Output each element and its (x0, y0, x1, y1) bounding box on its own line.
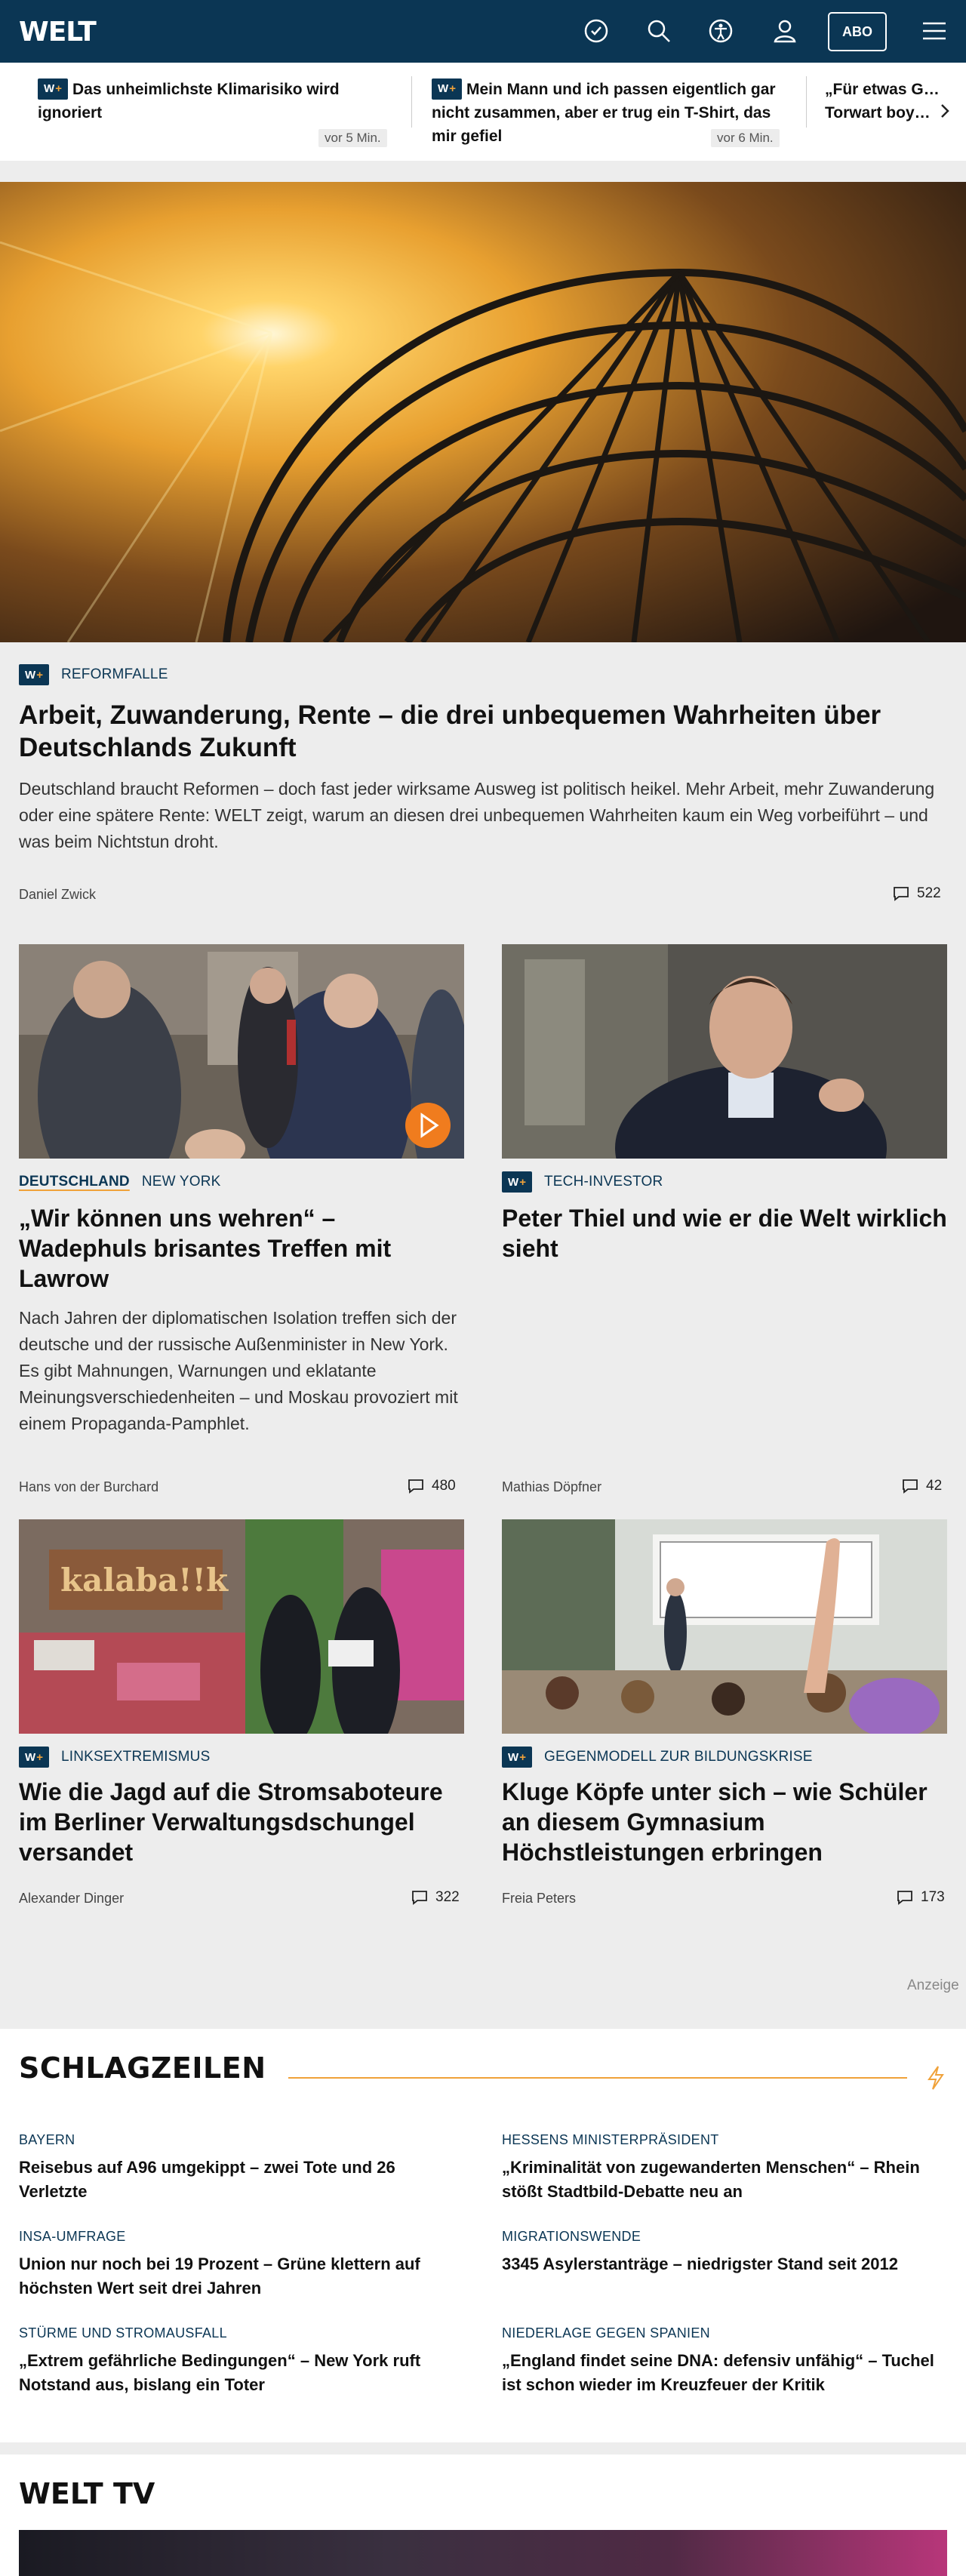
comment-icon (903, 1479, 918, 1494)
welt-logo[interactable]: WELT (19, 17, 97, 48)
hero-comments[interactable]: 522 (893, 885, 941, 902)
site-header: WELT ABO (0, 0, 966, 63)
chevron-right-icon[interactable] (936, 102, 954, 120)
card-author[interactable]: Alexander Dinger (19, 1891, 124, 1907)
comment-icon (412, 1891, 427, 1905)
card-kicker-row: W + TECH-INVESTOR (502, 1171, 663, 1193)
ticker-time: vor 6 Min. (711, 129, 780, 147)
card-comments[interactable]: 322 (411, 1889, 460, 1906)
headline-item[interactable]: NIEDERLAGE GEGEN SPANIEN „England findet… (502, 2325, 947, 2397)
ticker-time: vor 5 Min. (318, 129, 387, 147)
headlines-section: SCHLAGZEILEN BAYERN Reisebus auf A96 umg… (0, 2029, 966, 2442)
accessibility-icon[interactable] (707, 17, 734, 45)
clock-check-icon[interactable] (583, 17, 610, 45)
ticker-item[interactable]: „Für etwas G… Torwart boy… (825, 78, 946, 125)
headline-item[interactable]: MIGRATIONSWENDE 3345 Asylerstanträge – n… (502, 2229, 947, 2276)
hero-author[interactable]: Daniel Zwick (19, 887, 96, 903)
ticker-item[interactable]: W + Mein Mann und ich passen eigentlich ga… (432, 78, 788, 148)
card-kicker-row: W + GEGENMODELL ZUR BILDUNGSKRISE (502, 1747, 813, 1768)
headline-item[interactable]: INSA-UMFRAGE Union nur noch bei 19 Proze… (19, 2229, 464, 2301)
card-image[interactable]: kalaba!!k (19, 1519, 464, 1734)
video-thumbnail[interactable] (19, 2530, 947, 2576)
wplus-badge: W + (38, 78, 68, 100)
headline-item[interactable]: STÜRME UND STROMAUSFALL „Extrem gefährli… (19, 2325, 464, 2397)
card-comments[interactable]: 480 (408, 1478, 456, 1494)
hero-kicker-row: W + REFORMFALLE (19, 664, 168, 685)
card-kicker[interactable]: GEGENMODELL ZUR BILDUNGSKRISE (544, 1749, 813, 1765)
headline-item[interactable]: BAYERN Reisebus auf A96 umgekippt – zwei… (19, 2132, 464, 2204)
card-image[interactable] (502, 1519, 947, 1734)
wplus-badge: W + (19, 1747, 49, 1768)
card-author[interactable]: Mathias Döpfner (502, 1479, 601, 1495)
lightning-icon (925, 2065, 946, 2094)
card-author[interactable]: Hans von der Burchard (19, 1479, 158, 1495)
card-headline[interactable]: Peter Thiel und wie er die Welt wirklich… (502, 1203, 947, 1263)
hero-headline[interactable]: Arbeit, Zuwanderung, Rente – die drei un… (19, 699, 947, 764)
comment-icon (894, 887, 909, 901)
wplus-badge: W + (432, 78, 462, 100)
card-kicker[interactable]: TECH-INVESTOR (544, 1174, 663, 1190)
card-kicker[interactable]: LINKSEXTREMISMUS (61, 1749, 210, 1765)
card-comments[interactable]: 42 (902, 1478, 942, 1494)
section-rule (288, 2077, 907, 2079)
user-icon[interactable] (771, 17, 798, 45)
card-headline[interactable]: „Wir können uns wehren“ – Wadephuls bris… (19, 1203, 464, 1294)
card-kicker-primary[interactable]: DEUTSCHLAND (19, 1174, 130, 1190)
section-title: WELT TV (19, 2477, 155, 2510)
card-kicker-row: W + LINKSEXTREMISMUS (19, 1747, 210, 1768)
welt-tv-section: WELT TV (0, 2454, 966, 2576)
card-headline[interactable]: Wie die Jagd auf die Stromsaboteure im B… (19, 1777, 464, 1867)
wplus-badge: W + (19, 664, 49, 685)
card-lead[interactable]: Nach Jahren der diplomatischen Isolation… (19, 1305, 464, 1437)
card-kicker-row: DEUTSCHLAND NEW YORK (19, 1174, 221, 1190)
hero-lead[interactable]: Deutschland braucht Reformen – doch fast… (19, 776, 947, 855)
abo-button[interactable]: ABO (828, 12, 887, 51)
search-icon[interactable] (645, 17, 672, 45)
news-ticker: W + Das unheimlichste Klimarisiko wird ign… (0, 63, 966, 161)
comment-icon (408, 1479, 423, 1494)
card-comments[interactable]: 173 (897, 1889, 945, 1906)
menu-icon[interactable] (921, 17, 948, 45)
card-headline[interactable]: Kluge Köpfe unter sich – wie Schüler an … (502, 1777, 947, 1867)
card-author[interactable]: Freia Peters (502, 1891, 576, 1907)
section-title: SCHLAGZEILEN (19, 2051, 266, 2085)
card-image[interactable] (19, 944, 464, 1159)
headline-item[interactable]: HESSENS MINISTERPRÄSIDENT „Kriminalität … (502, 2132, 947, 2204)
wplus-badge: W + (502, 1747, 532, 1768)
card-kicker[interactable]: NEW YORK (142, 1174, 221, 1190)
ad-label: Anzeige (907, 1977, 959, 1993)
card-image[interactable] (502, 944, 947, 1159)
comment-icon (897, 1891, 912, 1905)
hero-kicker[interactable]: REFORMFALLE (61, 666, 168, 683)
ticker-item[interactable]: W + Das unheimlichste Klimarisiko wird ign… (38, 78, 392, 147)
svg-text:kalaba!!k: kalaba!!k (60, 1562, 229, 1599)
wplus-badge: W + (502, 1171, 532, 1193)
hero-image[interactable] (0, 182, 966, 642)
